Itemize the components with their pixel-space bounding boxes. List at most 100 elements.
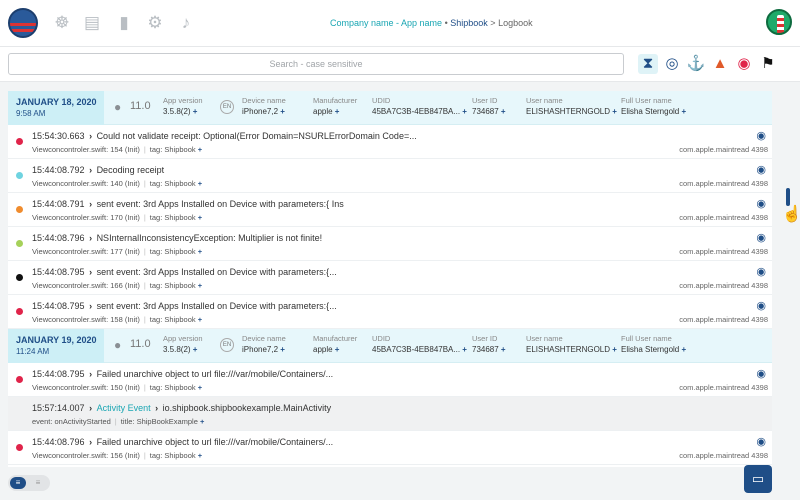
add-filter-icon[interactable]: + (191, 345, 198, 354)
session-field-full-user-name: Full User name Elisha Sterngold + (621, 96, 686, 116)
log-row[interactable]: 15:44:08.792 › Decoding receipt Viewconco… (8, 159, 772, 193)
session-field-full-user-name: Full User name Elisha Sterngold + (621, 334, 686, 354)
search-input[interactable]: Search - case sensitive (8, 53, 624, 75)
steering-wheel-icon[interactable]: ☸ (52, 13, 72, 33)
log-thread: com.apple.maintread 4398 (679, 213, 768, 222)
gears-icon[interactable]: ⚙ (145, 13, 165, 33)
log-file: event: onActivityStarted (32, 417, 111, 426)
log-file: Viewconcontroler.swift: 177 (Init) (32, 247, 140, 256)
add-filter-icon[interactable]: + (460, 107, 467, 116)
add-filter-icon[interactable]: + (610, 107, 617, 116)
session-field-value-text: 3.5.8(2) (163, 107, 191, 116)
add-filter-icon[interactable]: + (196, 247, 202, 256)
log-tag: tag: Shipbook (149, 451, 196, 460)
log-file: Viewconcontroler.swift: 170 (Init) (32, 213, 140, 222)
add-filter-icon[interactable]: + (499, 345, 506, 354)
log-meta: Viewconcontroler.swift: 158 (Init) | tag: … (32, 315, 202, 324)
compact-view-icon[interactable]: ≡ (10, 477, 26, 489)
anchor-icon[interactable]: ⚓ (686, 54, 706, 74)
session-date: JANUARY 18, 2020 9:58 AM (8, 91, 104, 125)
eye-icon[interactable]: ◉ (756, 197, 766, 210)
session-field-device-name: Device name iPhone7,2 + (242, 334, 286, 354)
add-filter-icon[interactable]: + (679, 107, 686, 116)
log-row[interactable]: 15:44:08.796 › Failed unarchive object t… (8, 431, 772, 465)
eye-icon[interactable]: ◉ (756, 265, 766, 278)
log-tag: title: ShipBookExample (120, 417, 198, 426)
session-field-user-id: User ID 734687 + (472, 96, 506, 116)
log-thread: com.apple.maintread 4398 (679, 145, 768, 154)
add-filter-icon[interactable]: + (196, 383, 202, 392)
chevron-right-icon: › (86, 131, 95, 141)
book-icon[interactable]: ▤ (82, 13, 102, 33)
activity-row[interactable]: 15:57:14.007 › Activity Event › io.shipb… (8, 397, 772, 431)
log-meta: Viewconcontroler.swift: 150 (Init) | tag: … (32, 383, 202, 392)
log-row[interactable]: 15:44:08.795 › Failed unarchive object t… (8, 363, 772, 397)
eye-icon[interactable]: ◉ (756, 129, 766, 142)
user-avatar[interactable] (766, 9, 792, 35)
app-logo[interactable] (8, 8, 38, 38)
add-filter-icon[interactable]: + (196, 213, 202, 222)
eye-icon[interactable]: ◉ (756, 163, 766, 176)
add-filter-icon[interactable]: + (196, 451, 202, 460)
session-field-label: Full User name (621, 96, 672, 105)
breadcrumb-app[interactable]: Shipbook (450, 18, 488, 28)
session-field-value: ELISHASHTERNGOLD + (526, 107, 617, 116)
breadcrumb-company[interactable]: Company name - App name (330, 18, 442, 28)
session-field-value: 3.5.8(2) + (163, 107, 203, 116)
add-filter-icon[interactable]: + (191, 107, 198, 116)
session-field-manufacturer: Manufacturer apple + (313, 96, 357, 116)
expanded-view-icon[interactable]: ≡ (30, 477, 46, 489)
compass-icon[interactable]: ◎ (662, 54, 682, 74)
pirate-flag-icon[interactable]: ⚑ (758, 54, 778, 74)
add-filter-icon[interactable]: + (610, 345, 617, 354)
chat-icon[interactable]: ▭ (744, 465, 772, 493)
log-line: 15:54:30.663 › Could not validate receip… (32, 131, 417, 141)
add-filter-icon[interactable]: + (198, 417, 204, 426)
session-field-udid: UDID 45BA7C3B-4EB847BA... + (372, 96, 467, 116)
log-tag: tag: Shipbook (149, 383, 196, 392)
session-header: JANUARY 19, 2020 11:24 AM ● 11.0 EN App versi… (8, 329, 772, 363)
hourglass-icon[interactable]: ⧗ (638, 54, 658, 74)
log-tag: tag: Shipbook (149, 145, 196, 154)
log-thread: com.apple.maintread 4398 (679, 451, 768, 460)
add-filter-icon[interactable]: + (196, 145, 202, 154)
add-filter-icon[interactable]: + (196, 179, 202, 188)
add-filter-icon[interactable]: + (679, 345, 686, 354)
log-message: Decoding receipt (96, 165, 165, 175)
add-filter-icon[interactable]: + (278, 345, 285, 354)
meta-separator: | (143, 179, 146, 188)
add-filter-icon[interactable]: + (278, 107, 285, 116)
search-bar: Search - case sensitive ⧗ ◎ ⚓ ▲ ◉ ⚑ (0, 46, 800, 82)
bell-icon[interactable]: ♪ (176, 13, 196, 33)
log-thread: com.apple.maintread 4398 (679, 247, 768, 256)
add-filter-icon[interactable]: + (196, 281, 202, 290)
meta-separator: | (143, 315, 146, 324)
log-tag: tag: Shipbook (149, 213, 196, 222)
log-time: 15:44:08.792 (32, 165, 85, 175)
view-toggle[interactable]: ≡ ≡ (8, 475, 50, 491)
log-row[interactable]: 15:44:08.795 › sent event: 3rd Apps Inst… (8, 261, 772, 295)
add-filter-icon[interactable]: + (460, 345, 467, 354)
eye-icon[interactable]: ◉ (756, 231, 766, 244)
eye-icon[interactable]: ◉ (756, 435, 766, 448)
log-row[interactable]: 15:44:08.796 › NSInternalInconsistencyEx… (8, 227, 772, 261)
log-row[interactable]: 15:44:08.795 › sent event: 3rd Apps Inst… (8, 295, 772, 329)
log-file: Viewconcontroler.swift: 150 (Init) (32, 383, 140, 392)
os-version: 11.0 (130, 100, 151, 112)
add-filter-icon[interactable]: + (196, 315, 202, 324)
eye-icon[interactable]: ◉ (756, 299, 766, 312)
lighthouse-icon[interactable]: ▲ (710, 54, 730, 74)
bar-chart-icon[interactable]: ▮ (114, 13, 134, 33)
lifebuoy-icon[interactable]: ◉ (734, 54, 754, 74)
log-row[interactable]: 15:44:08.791 › sent event: 3rd Apps Inst… (8, 193, 772, 227)
add-filter-icon[interactable]: + (333, 107, 340, 116)
eye-icon[interactable]: ◉ (756, 367, 766, 380)
log-file: Viewconcontroler.swift: 140 (Init) (32, 179, 140, 188)
add-filter-icon[interactable]: + (499, 107, 506, 116)
apple-icon: ● (114, 338, 122, 352)
session-header: JANUARY 18, 2020 9:58 AM ● 11.0 EN App versio… (8, 91, 772, 125)
log-time: 15:44:08.795 (32, 369, 85, 379)
add-filter-icon[interactable]: + (333, 345, 340, 354)
log-list[interactable]: JANUARY 18, 2020 9:58 AM ● 11.0 EN App versio… (8, 91, 772, 467)
log-row[interactable]: 15:54:30.663 › Could not validate receip… (8, 125, 772, 159)
